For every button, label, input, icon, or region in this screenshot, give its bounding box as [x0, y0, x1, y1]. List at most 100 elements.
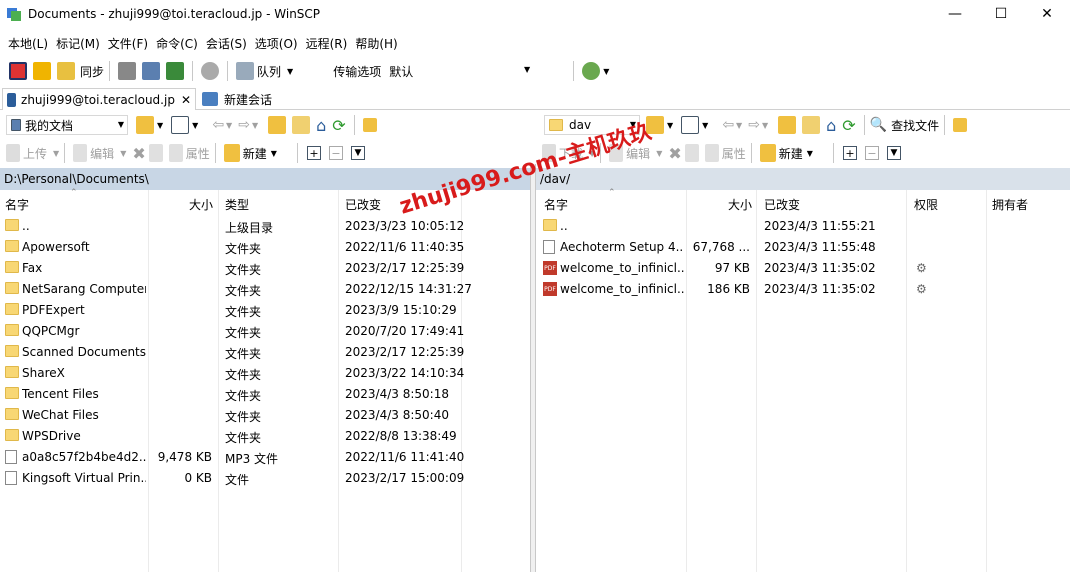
menu-commands[interactable]: 命令(C)	[152, 35, 202, 52]
properties-button[interactable]: 属性	[722, 145, 746, 162]
new-dropdown-icon[interactable]: ▼	[271, 149, 277, 158]
table-row[interactable]: Scanned Documents 文件夹 2023/2/17 12:25:39	[0, 342, 530, 363]
select-all-icon[interactable]: +	[842, 146, 857, 160]
new-button[interactable]: 新建	[243, 145, 267, 162]
filter-icon[interactable]	[171, 116, 190, 134]
delete-icon[interactable]: ✖	[132, 144, 145, 163]
transfer-options-select[interactable]: 默认 ▼	[385, 61, 534, 81]
find-files-button[interactable]: 查找文件	[891, 117, 939, 134]
refresh-icon[interactable]: ⟳	[332, 116, 345, 135]
menu-local[interactable]: 本地(L)	[4, 35, 52, 52]
column-header-modified[interactable]: 已改变	[345, 196, 381, 213]
properties-button[interactable]: 属性	[186, 145, 210, 162]
edit-dropdown-icon[interactable]: ▼	[120, 149, 126, 158]
upload-button[interactable]: 上传	[23, 145, 47, 162]
table-row[interactable]: PDF welcome_to_infinicl... 97 KB 2023/4/3 1…	[536, 258, 1070, 279]
remote-sync-icon[interactable]	[166, 62, 185, 80]
table-row[interactable]: WPSDrive 文件夹 2022/8/8 13:38:49	[0, 426, 530, 447]
back-arrow-icon[interactable]: ⇦	[722, 117, 734, 133]
root-dir-icon[interactable]	[292, 116, 311, 134]
properties-icon[interactable]	[704, 144, 719, 162]
table-row[interactable]: PDF welcome_to_infinicl... 186 KB 2023/4/3 …	[536, 279, 1070, 300]
table-row[interactable]: Aechoterm Setup 4.... 67,768 ... 2023/4/3 …	[536, 237, 1070, 258]
tab-close-icon[interactable]: ✕	[181, 93, 191, 107]
open-dropdown-icon[interactable]: ▼	[157, 121, 163, 130]
table-row[interactable]: Kingsoft Virtual Prin... 0 KB 文件 2023/2/17 …	[0, 468, 530, 489]
tree-toggle-icon[interactable]	[362, 118, 377, 132]
queue-icon[interactable]	[236, 62, 255, 80]
synchronize-icon[interactable]	[57, 62, 75, 80]
forward-arrow-icon[interactable]: ⇨	[748, 117, 760, 133]
globe-dropdown-icon[interactable]: ▼	[603, 67, 609, 76]
invert-selection-icon[interactable]: ▼	[886, 146, 901, 160]
deselect-icon[interactable]: −	[328, 146, 343, 160]
column-header-rights[interactable]: 权限	[914, 196, 938, 213]
table-row[interactable]: QQPCMgr 文件夹 2020/7/20 17:49:41	[0, 321, 530, 342]
home-icon[interactable]: ⌂	[826, 116, 836, 135]
menu-remote[interactable]: 远程(R)	[302, 35, 352, 52]
back-dropdown-icon[interactable]: ▼	[226, 121, 232, 130]
upload-dropdown-icon[interactable]: ▼	[53, 149, 59, 158]
table-row[interactable]: .. 2023/4/3 11:55:21	[536, 216, 1070, 237]
table-row[interactable]: Fax 文件夹 2023/2/17 12:25:39	[0, 258, 530, 279]
column-header-size[interactable]: 大小	[189, 196, 213, 213]
parent-dir-icon[interactable]	[268, 116, 287, 134]
upload-icon[interactable]	[6, 144, 20, 162]
refresh-icon[interactable]: ⟳	[842, 116, 855, 135]
compare-icon[interactable]	[9, 62, 27, 80]
column-header-name[interactable]: 名字	[544, 196, 568, 213]
tab-new-session[interactable]: 新建会话	[198, 88, 276, 110]
edit-icon[interactable]	[73, 144, 88, 162]
filter-dropdown-icon[interactable]: ▼	[192, 121, 198, 130]
find-files-icon[interactable]: 🔍	[870, 117, 887, 133]
table-row[interactable]: .. 上级目录 2023/3/23 10:05:12	[0, 216, 530, 237]
root-dir-icon[interactable]	[802, 116, 821, 134]
table-row[interactable]: PDFExpert 文件夹 2023/3/9 15:10:29	[0, 300, 530, 321]
globe-icon[interactable]	[582, 62, 601, 80]
close-button[interactable]: ✕	[1024, 0, 1070, 28]
new-folder-icon[interactable]	[759, 144, 776, 162]
forward-dropdown-icon[interactable]: ▼	[252, 121, 258, 130]
column-header-modified[interactable]: 已改变	[764, 196, 800, 213]
preferences-gear-icon[interactable]	[201, 62, 220, 80]
table-row[interactable]: a0a8c57f2b4be4d2... 9,478 KB MP3 文件 2022/11…	[0, 447, 530, 468]
rename-icon[interactable]	[148, 144, 163, 162]
table-row[interactable]: WeChat Files 文件夹 2023/4/3 8:50:40	[0, 405, 530, 426]
local-location-select[interactable]: 我的文档 ▼	[6, 115, 128, 135]
table-row[interactable]: ShareX 文件夹 2023/3/22 14:10:34	[0, 363, 530, 384]
remote-file-list[interactable]: 名字 ⌃ 大小 已改变 权限 拥有者 .. 2023/4/3 11:55:21 Ae…	[536, 188, 1070, 572]
filter-dropdown-icon[interactable]: ▼	[702, 121, 708, 130]
tree-toggle-icon[interactable]	[953, 118, 968, 132]
rename-icon[interactable]	[684, 144, 699, 162]
synchronize-button[interactable]: 同步	[80, 63, 104, 80]
menu-help[interactable]: 帮助(H)	[351, 35, 401, 52]
table-row[interactable]: NetSarang Computer 文件夹 2022/12/15 14:31:27	[0, 279, 530, 300]
queue-button[interactable]: 队列	[257, 63, 281, 80]
back-arrow-icon[interactable]: ⇦	[212, 117, 224, 133]
table-row[interactable]: Tencent Files 文件夹 2023/4/3 8:50:18	[0, 384, 530, 405]
tab-session[interactable]: zhuji999@toi.teracloud.jp ✕	[2, 88, 196, 110]
select-all-icon[interactable]: +	[306, 146, 321, 160]
putty-icon[interactable]	[142, 62, 161, 80]
forward-dropdown-icon[interactable]: ▼	[762, 121, 768, 130]
column-header-owner[interactable]: 拥有者	[992, 196, 1028, 213]
column-header-name[interactable]: 名字	[5, 196, 29, 213]
home-icon[interactable]: ⌂	[316, 116, 326, 135]
menu-mark[interactable]: 标记(M)	[52, 35, 104, 52]
table-row[interactable]: Apowersoft 文件夹 2022/11/6 11:40:35	[0, 237, 530, 258]
maximize-button[interactable]: ☐	[978, 0, 1024, 28]
column-header-type[interactable]: 类型	[225, 196, 249, 213]
terminal-icon[interactable]	[118, 62, 137, 80]
local-file-list[interactable]: 名字 ⌃ 大小 类型 已改变 .. 上级目录 2023/3/23 10:05:12 A…	[0, 188, 530, 572]
invert-selection-icon[interactable]: ▼	[350, 146, 365, 160]
queue-dropdown-icon[interactable]: ▼	[287, 67, 293, 76]
parent-dir-icon[interactable]	[778, 116, 797, 134]
new-dropdown-icon[interactable]: ▼	[807, 149, 813, 158]
properties-icon[interactable]	[168, 144, 183, 162]
minimize-button[interactable]: —	[932, 0, 978, 28]
sync-browse-icon[interactable]	[33, 62, 51, 80]
menu-files[interactable]: 文件(F)	[104, 35, 152, 52]
edit-button[interactable]: 编辑	[90, 145, 114, 162]
open-folder-icon[interactable]	[136, 116, 154, 134]
new-button[interactable]: 新建	[779, 145, 803, 162]
